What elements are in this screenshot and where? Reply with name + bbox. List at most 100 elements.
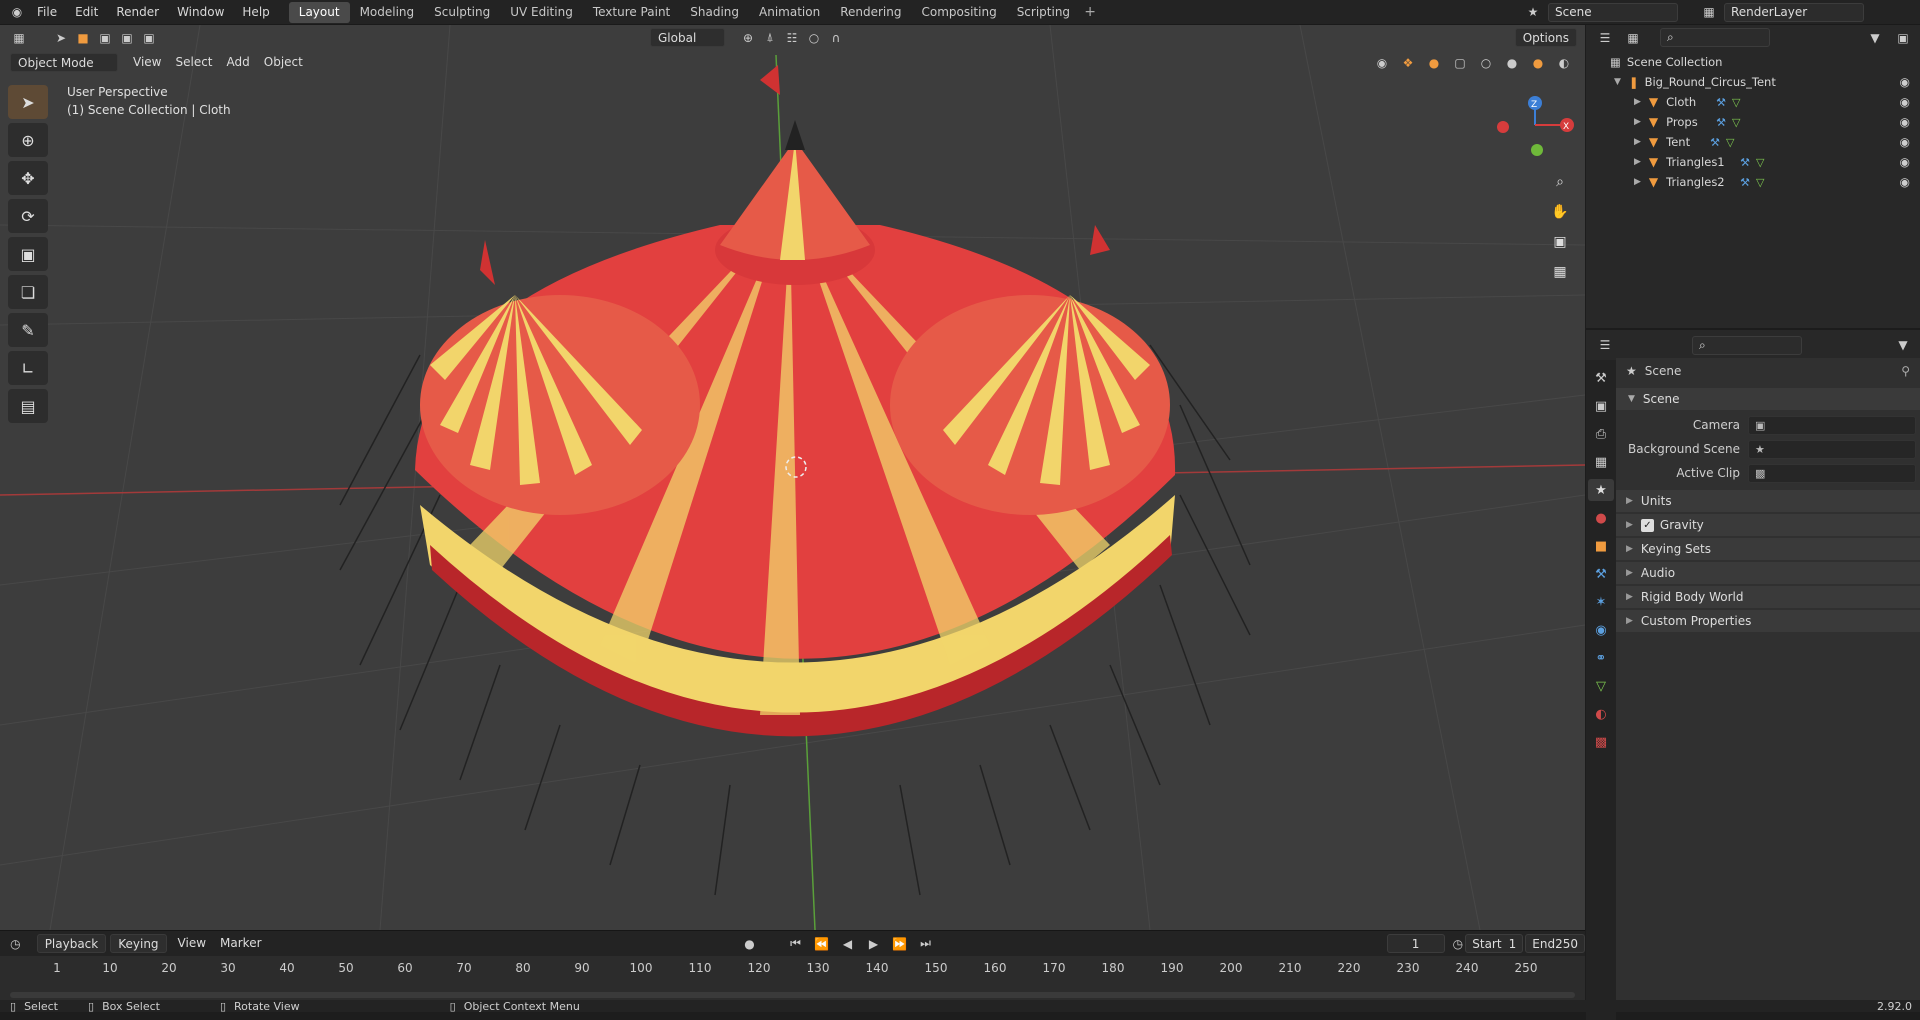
- menu-render[interactable]: Render: [107, 5, 168, 19]
- tab-rendering[interactable]: Rendering: [830, 2, 911, 23]
- tab-modeling[interactable]: Modeling: [350, 2, 425, 23]
- world-tab-icon[interactable]: ●: [1588, 507, 1614, 529]
- shading-rendered-icon[interactable]: ◐: [1553, 53, 1575, 73]
- expand-arrow-icon[interactable]: ▶: [1634, 97, 1641, 107]
- outliner-root-row[interactable]: ▦ Scene Collection: [1586, 52, 1920, 72]
- move-tool-icon[interactable]: ✥: [8, 161, 48, 195]
- constraints-tab-icon[interactable]: ⚭: [1588, 647, 1614, 669]
- play-reverse-icon[interactable]: ◀: [837, 934, 859, 954]
- snap-target-icon[interactable]: ☷: [781, 28, 803, 48]
- add-workspace-icon[interactable]: +: [1080, 4, 1100, 20]
- render-tab-icon[interactable]: ▣: [1588, 395, 1614, 417]
- editor-type-icon[interactable]: ▦: [8, 28, 30, 48]
- select-mode-new-icon[interactable]: ■: [72, 28, 94, 48]
- add-cube-tool-icon[interactable]: ▤: [8, 389, 48, 423]
- outliner-item-row[interactable]: ▶ ▼ Triangles2 ⚒ ▽ ◉: [1586, 172, 1920, 192]
- xray-icon[interactable]: ▢: [1449, 53, 1471, 73]
- jump-end-icon[interactable]: ⏭: [915, 934, 937, 954]
- eye-icon[interactable]: ◉: [1900, 95, 1910, 109]
- menu-object[interactable]: Object: [257, 53, 310, 72]
- new-collection-icon[interactable]: ▣: [1892, 28, 1914, 48]
- start-frame-field[interactable]: Start 1: [1465, 934, 1524, 953]
- object-tab-icon[interactable]: ■: [1588, 535, 1614, 557]
- outliner-item-row[interactable]: ▶ ▼ Cloth ⚒ ▽ ◉: [1586, 92, 1920, 112]
- proportional-edit-icon[interactable]: ○: [803, 28, 825, 48]
- outliner-editor-icon[interactable]: ☰: [1594, 28, 1616, 48]
- menu-add[interactable]: Add: [220, 53, 257, 72]
- rotate-tool-icon[interactable]: ⟳: [8, 199, 48, 233]
- menu-window[interactable]: Window: [168, 5, 233, 19]
- camera-field[interactable]: ▣: [1748, 415, 1916, 435]
- timeline-scrollbar[interactable]: [10, 992, 1575, 998]
- tab-shading[interactable]: Shading: [680, 2, 749, 23]
- shading-wireframe-icon[interactable]: ○: [1475, 53, 1497, 73]
- gravity-checkbox[interactable]: ✓: [1640, 518, 1654, 532]
- units-panel[interactable]: ▶ Units: [1616, 490, 1920, 512]
- outliner-collection-row[interactable]: ▼ ❚ Big_Round_Circus_Tent ◉: [1586, 72, 1920, 92]
- 3d-viewport[interactable]: Z X ▦ ➤ ■ ▣ ▣ ▣ Global ⊕ ⍋ ☷ ○ ∩ Options…: [0, 25, 1585, 930]
- viewport-scene[interactable]: Z X: [0, 25, 1585, 930]
- navigation-gizmo[interactable]: Z X: [1497, 96, 1574, 156]
- view-layer-tab-icon[interactable]: ▦: [1588, 451, 1614, 473]
- physics-tab-icon[interactable]: ◉: [1588, 619, 1614, 641]
- scene-selector[interactable]: Scene: [1548, 2, 1678, 22]
- tab-scripting[interactable]: Scripting: [1007, 2, 1080, 23]
- outliner-item-row[interactable]: ▶ ▼ Props ⚒ ▽ ◉: [1586, 112, 1920, 132]
- outliner-item-row[interactable]: ▶ ▼ Tent ⚒ ▽ ◉: [1586, 132, 1920, 152]
- outliner-item-row[interactable]: ▶ ▼ Triangles1 ⚒ ▽ ◉: [1586, 152, 1920, 172]
- tab-layout[interactable]: Layout: [288, 1, 350, 23]
- scene-panel-header[interactable]: ▼ Scene: [1616, 388, 1920, 410]
- eye-icon[interactable]: ◉: [1900, 75, 1910, 89]
- end-frame-field[interactable]: End 250: [1525, 934, 1586, 953]
- keying-sets-panel[interactable]: ▶ Keying Sets: [1616, 538, 1920, 560]
- timeline-editor-icon[interactable]: ◷: [8, 934, 23, 954]
- output-tab-icon[interactable]: ⎙: [1588, 423, 1614, 445]
- blender-logo-icon[interactable]: ◉: [6, 2, 28, 22]
- playback-dropdown[interactable]: Playback: [36, 934, 107, 953]
- menu-view[interactable]: View: [126, 53, 168, 72]
- falloff-icon[interactable]: ∩: [825, 28, 847, 48]
- properties-editor-icon[interactable]: ☰: [1594, 335, 1616, 355]
- measure-tool-icon[interactable]: ∟: [8, 351, 48, 385]
- select-box-tool-icon[interactable]: ➤: [8, 85, 48, 119]
- gizmo-toggle-icon[interactable]: ❖: [1397, 53, 1419, 73]
- expand-arrow-icon[interactable]: ▶: [1634, 157, 1641, 167]
- gravity-panel[interactable]: ▶ ✓ Gravity: [1616, 514, 1920, 536]
- custom-properties-panel[interactable]: ▶ Custom Properties: [1616, 610, 1920, 632]
- shading-solid-icon[interactable]: ●: [1501, 53, 1523, 73]
- select-tool-icon[interactable]: ➤: [50, 28, 72, 48]
- annotate-tool-icon[interactable]: ✎: [8, 313, 48, 347]
- record-icon[interactable]: ●: [739, 934, 761, 954]
- view-layer-icon[interactable]: ▦: [1698, 2, 1720, 22]
- menu-select[interactable]: Select: [168, 53, 219, 72]
- options-dropdown[interactable]: Options: [1514, 28, 1577, 47]
- pivot-icon[interactable]: ⊕: [737, 28, 759, 48]
- zoom-icon[interactable]: ⌕: [1547, 170, 1573, 194]
- eye-icon[interactable]: ◉: [1900, 135, 1910, 149]
- cursor-tool-icon[interactable]: ⊕: [8, 123, 48, 157]
- properties-search-input[interactable]: ⌕: [1692, 335, 1802, 355]
- scene-icon[interactable]: ★: [1522, 2, 1544, 22]
- overlay-toggle-icon[interactable]: ●: [1423, 53, 1445, 73]
- expand-arrow-icon[interactable]: ▼: [1614, 77, 1621, 87]
- jump-keyframe-back-icon[interactable]: ⏪: [811, 934, 833, 954]
- view-layer-selector[interactable]: RenderLayer: [1724, 2, 1864, 22]
- background-scene-field[interactable]: ★: [1748, 439, 1916, 459]
- expand-arrow-icon[interactable]: ▶: [1634, 117, 1641, 127]
- frame-ruler[interactable]: 1 10 20 30 40 50 60 70 80 90 100 110 120…: [0, 956, 1585, 1001]
- menu-marker[interactable]: Marker: [213, 934, 268, 953]
- audio-panel[interactable]: ▶ Audio: [1616, 562, 1920, 584]
- menu-help[interactable]: Help: [233, 5, 278, 19]
- menu-timeline-view[interactable]: View: [171, 934, 213, 953]
- camera-view-icon[interactable]: ▣: [1547, 230, 1573, 254]
- transform-orientation-dropdown[interactable]: Global: [650, 28, 725, 47]
- keying-dropdown[interactable]: Keying: [110, 934, 167, 953]
- tool-tab-icon[interactable]: ⚒: [1588, 367, 1614, 389]
- ortho-grid-icon[interactable]: ▦: [1547, 260, 1573, 284]
- play-icon[interactable]: ▶: [863, 934, 885, 954]
- current-frame-field[interactable]: 1: [1386, 934, 1445, 953]
- jump-keyframe-forward-icon[interactable]: ⏩: [889, 934, 911, 954]
- menu-edit[interactable]: Edit: [66, 5, 107, 19]
- expand-arrow-icon[interactable]: ▶: [1634, 137, 1641, 147]
- particles-tab-icon[interactable]: ✶: [1588, 591, 1614, 613]
